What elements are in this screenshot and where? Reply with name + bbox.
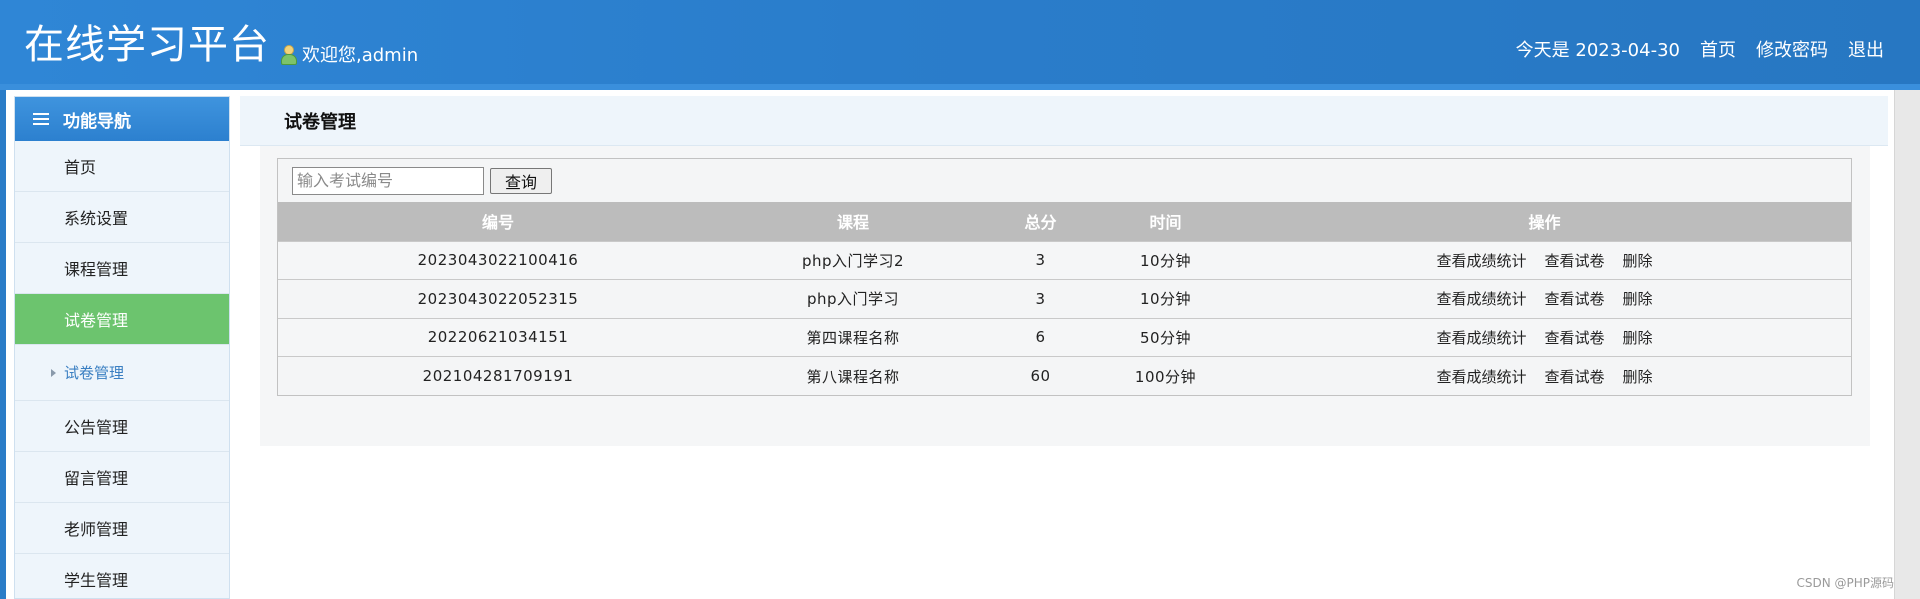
paper-table: 编号 课程 总分 时间 操作 2023043022100416 php入门学习2… [278, 202, 1851, 395]
site-brand: 在线学习平台 [24, 22, 270, 68]
cell-time: 50分钟 [1139, 328, 1192, 347]
col-actions: 操作 [1528, 213, 1561, 233]
sidebar-item-students[interactable]: 学生管理 [15, 554, 229, 599]
sidebar-subitem-label: 试卷管理 [64, 364, 125, 382]
cell-time: 100分钟 [1134, 367, 1197, 386]
table-row: 2023043022052315 php入门学习 3 10分钟 查看成绩统计 查… [278, 279, 1851, 319]
date-text: 今天是 2023-04-30 [1515, 40, 1680, 61]
welcome-text: 欢迎您,admin [302, 45, 419, 66]
sidebar-item-teachers[interactable]: 老师管理 [15, 503, 229, 554]
cell-score: 60 [1030, 367, 1051, 385]
view-stats-link[interactable]: 查看成绩统计 [1436, 288, 1526, 309]
cell-course: 第四课程名称 [806, 328, 900, 347]
delete-link[interactable]: 删除 [1623, 366, 1653, 387]
top-header: 在线学习平台 欢迎您,admin 今天是 2023-04-30 首页 修改密码 … [0, 0, 1920, 90]
sidebar-item-settings[interactable]: 系统设置 [15, 192, 229, 243]
cell-id: 2023043022052315 [417, 289, 579, 308]
delete-link[interactable]: 删除 [1623, 288, 1653, 309]
col-time: 时间 [1149, 213, 1182, 233]
table-header: 编号 课程 总分 时间 操作 [278, 202, 1851, 241]
page-title: 试卷管理 [240, 96, 1888, 146]
sidebar-title: 功能导航 [63, 111, 131, 132]
sidebar-header: 功能导航 [15, 97, 229, 141]
logout-link[interactable]: 退出 [1848, 36, 1884, 62]
col-score: 总分 [1024, 213, 1057, 233]
change-password-link[interactable]: 修改密码 [1756, 36, 1828, 62]
view-paper-link[interactable]: 查看试卷 [1544, 288, 1604, 309]
cell-actions: 查看成绩统计 查看试卷 删除 [1238, 280, 1851, 319]
sidebar-item-papers[interactable]: 试卷管理 [15, 294, 229, 345]
view-stats-link[interactable]: 查看成绩统计 [1436, 250, 1526, 271]
sidebar-item-messages[interactable]: 留言管理 [15, 452, 229, 503]
cell-course: 第八课程名称 [806, 367, 900, 386]
view-paper-link[interactable]: 查看试卷 [1544, 327, 1604, 348]
delete-link[interactable]: 删除 [1623, 327, 1653, 348]
col-id: 编号 [481, 213, 514, 233]
search-button[interactable]: 查询 [490, 167, 553, 194]
paper-table-box: 查询 编号 课程 总分 时间 操作 2023043022100416 php入门… [277, 158, 1852, 396]
cell-id: 20220621034151 [427, 328, 569, 347]
cell-score: 3 [1035, 289, 1046, 308]
table-row: 2023043022100416 php入门学习2 3 10分钟 查看成绩统计 … [278, 241, 1851, 280]
cell-id: 2023043022100416 [417, 251, 579, 270]
search-row: 查询 [278, 159, 1851, 202]
view-stats-link[interactable]: 查看成绩统计 [1436, 327, 1526, 348]
cell-score: 6 [1035, 328, 1046, 347]
cell-id: 202104281709191 [422, 367, 574, 385]
scrollbar-track[interactable] [1894, 90, 1920, 599]
sidebar-item-courses[interactable]: 课程管理 [15, 243, 229, 294]
user-icon [280, 44, 297, 65]
sidebar-item-home[interactable]: 首页 [15, 141, 229, 192]
cell-time: 10分钟 [1139, 290, 1192, 309]
view-stats-link[interactable]: 查看成绩统计 [1436, 366, 1526, 387]
search-input[interactable] [292, 166, 484, 195]
watermark-text: CSDN @PHP源码 [1796, 576, 1894, 590]
cell-actions: 查看成绩统计 查看试卷 删除 [1238, 241, 1851, 280]
cell-time: 10分钟 [1139, 251, 1192, 270]
cell-score: 3 [1035, 251, 1046, 270]
sidebar-subitem-papers[interactable]: 试卷管理 [15, 345, 229, 401]
header-links: 今天是 2023-04-30 首页 修改密码 退出 [1516, 36, 1884, 62]
list-icon [33, 112, 49, 126]
cell-actions: 查看成绩统计 查看试卷 删除 [1238, 318, 1851, 357]
col-course: 课程 [836, 213, 869, 233]
cell-course: php入门学习 [806, 290, 900, 309]
delete-link[interactable]: 删除 [1623, 250, 1653, 271]
home-link[interactable]: 首页 [1700, 36, 1736, 62]
cell-actions: 查看成绩统计 查看试卷 删除 [1238, 357, 1851, 396]
table-row: 20220621034151 第四课程名称 6 50分钟 查看成绩统计 查看试卷… [278, 318, 1851, 357]
sidebar-item-notices[interactable]: 公告管理 [15, 401, 229, 452]
cell-course: php入门学习2 [801, 251, 905, 270]
welcome-area: 欢迎您,admin [280, 42, 418, 66]
table-row: 202104281709191 第八课程名称 60 100分钟 查看成绩统计 查… [278, 356, 1851, 396]
view-paper-link[interactable]: 查看试卷 [1544, 250, 1604, 271]
triangle-right-icon [51, 368, 56, 377]
view-paper-link[interactable]: 查看试卷 [1544, 366, 1604, 387]
sidebar: 功能导航 首页 系统设置 课程管理 试卷管理 试卷管理 公告管理 留言管理 老师… [14, 96, 230, 599]
